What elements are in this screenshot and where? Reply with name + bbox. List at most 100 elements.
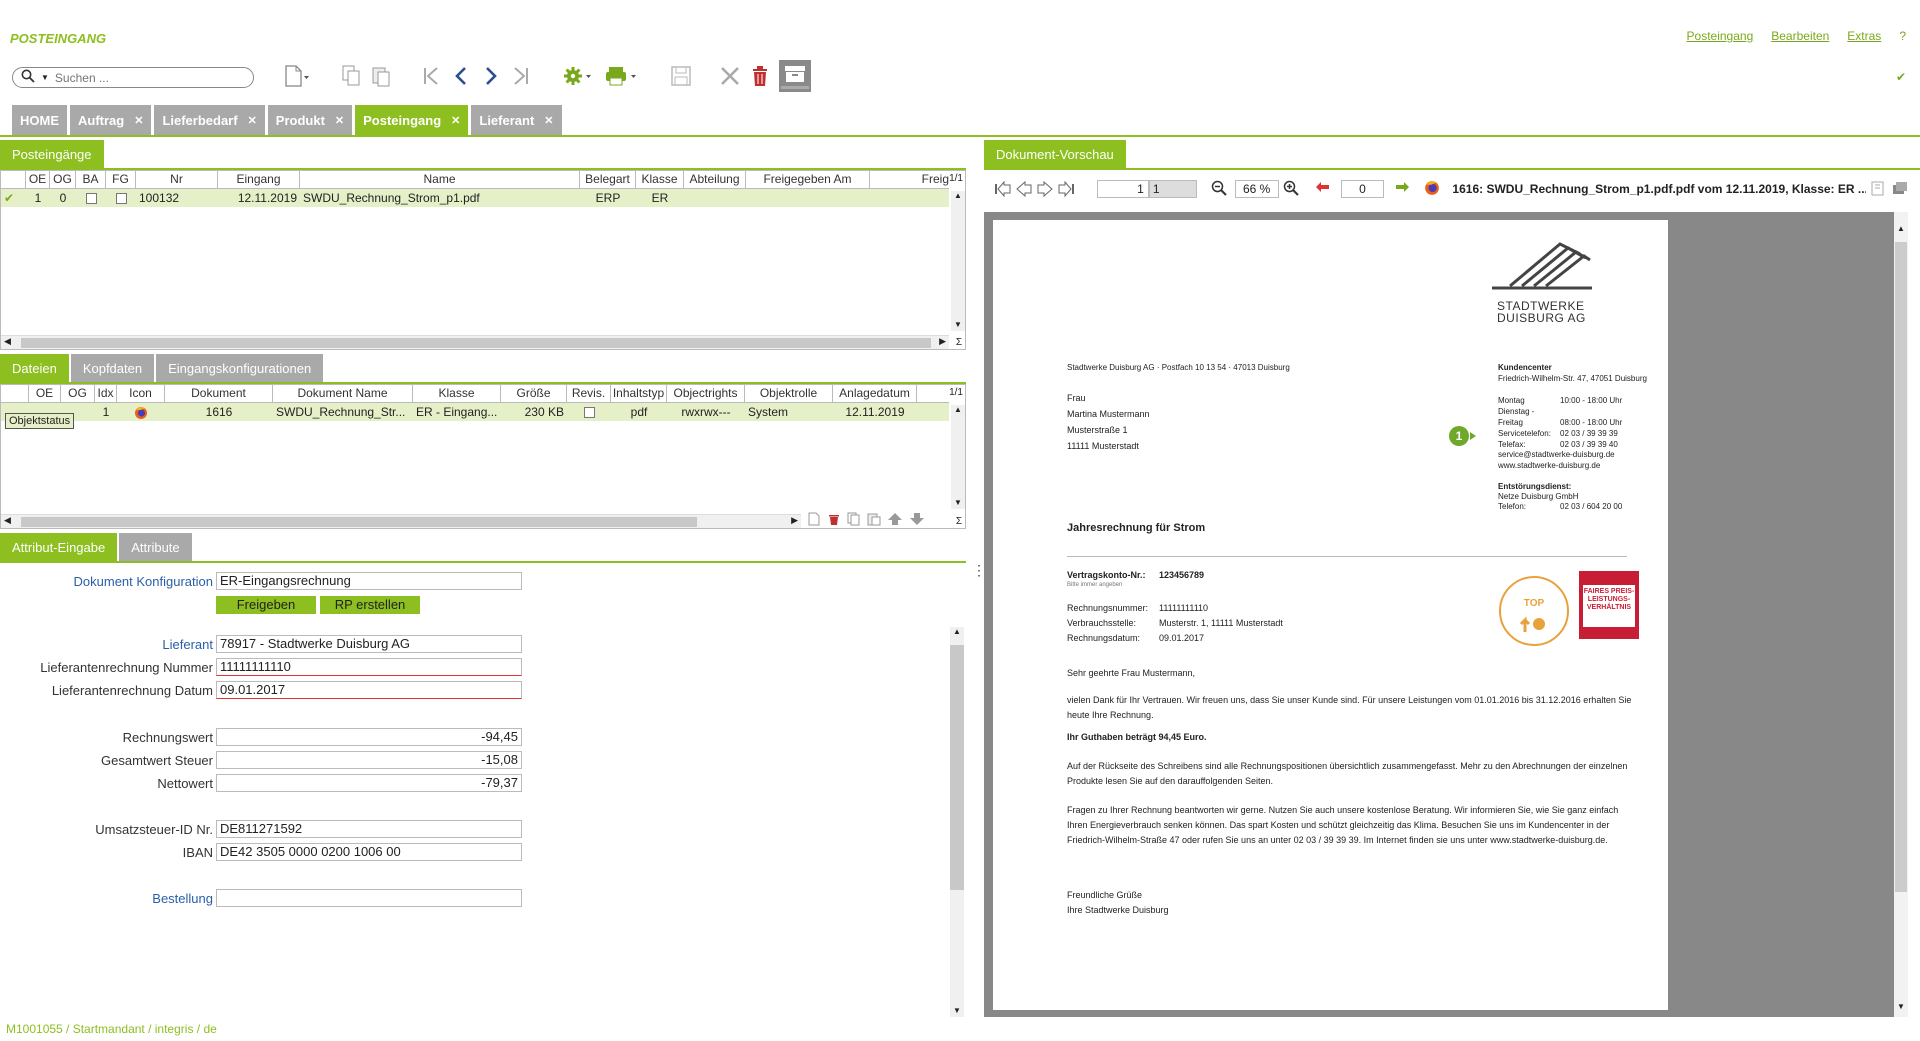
lieferantenrechnung-nummer-field[interactable]: 11111111110 (216, 658, 522, 676)
copy-icon[interactable] (340, 62, 362, 90)
close-icon[interactable]: ✕ (451, 114, 460, 127)
vertical-scrollbar[interactable]: ▲ ▼ (950, 627, 964, 1017)
col-freigegeben-am[interactable]: Freigegeben Am (746, 171, 870, 188)
col-klasse[interactable]: Klasse (413, 385, 501, 402)
rotate-left-icon[interactable] (1315, 181, 1331, 198)
horizontal-scrollbar[interactable]: ◀ ▶ (1, 514, 801, 528)
tab-eingangskonfigurationen[interactable]: Eingangskonfigurationen (156, 354, 324, 382)
table-row[interactable]: 1 1616 SWDU_Rechnung_Str... ER - Eingang… (1, 403, 949, 421)
col-icon[interactable]: Icon (117, 385, 165, 402)
col-og[interactable]: OG (61, 385, 95, 402)
firefox-icon[interactable] (1424, 180, 1440, 199)
menu-extras[interactable]: Extras (1847, 29, 1881, 43)
move-up-icon[interactable] (887, 512, 903, 529)
label-bestellung[interactable]: Bestellung (20, 891, 213, 906)
rechnungswert-field[interactable]: -94,45 (216, 728, 522, 746)
col-belegart[interactable]: Belegart (580, 171, 636, 188)
previous-page-icon[interactable] (1015, 181, 1033, 197)
menu-posteingang[interactable]: Posteingang (1687, 29, 1754, 43)
col-ba[interactable]: BA (76, 171, 106, 188)
menu-bearbeiten[interactable]: Bearbeiten (1771, 29, 1829, 43)
sum-icon[interactable]: Σ (956, 337, 962, 348)
external-document-icon[interactable] (1870, 180, 1886, 199)
tab-auftrag[interactable]: Auftrag ✕ (70, 105, 152, 135)
col-freig[interactable]: Freig (870, 171, 949, 188)
zoom-out-icon[interactable] (1211, 180, 1227, 199)
lieferantenrechnung-datum-field[interactable]: 09.01.2017 (216, 681, 522, 699)
search-input[interactable] (54, 70, 225, 85)
col-oe[interactable]: OE (26, 171, 50, 188)
print-icon[interactable] (604, 62, 644, 90)
new-document-icon[interactable] (278, 62, 314, 90)
gesamtwert-steuer-field[interactable]: -15,08 (216, 751, 522, 769)
col-inhaltstyp[interactable]: Inhaltstyp (611, 385, 667, 402)
vertical-scrollbar[interactable]: ▲ ▼ (951, 405, 965, 509)
sum-icon[interactable]: Σ (956, 516, 962, 527)
col-fg[interactable]: FG (106, 171, 136, 188)
col-groesse[interactable]: Größe (501, 385, 567, 402)
tab-posteingang[interactable]: Posteingang ✕ (355, 105, 469, 135)
tab-attribute[interactable]: Attribute (119, 533, 192, 561)
page-input[interactable]: 1 (1097, 180, 1149, 198)
tab-home[interactable]: HOME (12, 105, 67, 135)
next-page-icon[interactable] (1036, 181, 1054, 197)
umsatzsteuer-id-field[interactable]: DE811271592 (216, 820, 522, 838)
close-icon[interactable]: ✕ (335, 114, 344, 127)
paste-file-icon[interactable] (867, 512, 881, 529)
freigeben-button[interactable]: Freigeben (216, 596, 316, 614)
search-icon[interactable] (21, 69, 35, 86)
delete-trash-icon[interactable] (748, 62, 772, 90)
label-lieferant[interactable]: Lieferant (20, 637, 213, 652)
last-page-icon[interactable] (1057, 181, 1075, 197)
copy-file-icon[interactable] (847, 512, 861, 529)
col-idx[interactable]: Idx (95, 385, 117, 402)
col-nr[interactable]: Nr (136, 171, 218, 188)
iban-field[interactable]: DE42 3505 0000 0200 1006 00 (216, 843, 522, 861)
col-revis[interactable]: Revis. (567, 385, 611, 402)
search-dropdown-icon[interactable]: ▼ (41, 73, 49, 82)
detach-window-icon[interactable] (1892, 180, 1908, 199)
col-objectrights[interactable]: Objectrights (667, 385, 745, 402)
table-row[interactable]: ✔ 1 0 100132 12.11.2019 SWDU_Rechnung_St… (1, 189, 949, 207)
zoom-input[interactable]: 66 % (1234, 180, 1279, 198)
tab-dateien[interactable]: Dateien (0, 354, 69, 382)
col-anlagedatum[interactable]: Anlagedatum (833, 385, 917, 402)
tab-produkt[interactable]: Produkt ✕ (267, 105, 353, 135)
rp-erstellen-button[interactable]: RP erstellen (320, 596, 420, 614)
col-abteilung[interactable]: Abteilung (684, 171, 746, 188)
col-og[interactable]: OG (50, 171, 76, 188)
move-down-icon[interactable] (909, 512, 925, 529)
tab-attribut-eingabe[interactable]: Attribut-Eingabe (0, 533, 118, 561)
next-record-icon[interactable] (480, 62, 502, 90)
lieferant-field[interactable]: 78917 - Stadtwerke Duisburg AG (216, 635, 522, 653)
rotate-right-icon[interactable] (1394, 181, 1410, 198)
col-name[interactable]: Name (300, 171, 580, 188)
col-dokument-name[interactable]: Dokument Name (273, 385, 413, 402)
first-page-icon[interactable] (994, 181, 1012, 197)
revision-checkbox[interactable] (567, 403, 611, 421)
close-icon[interactable]: ✕ (248, 114, 257, 127)
col-objektrolle[interactable]: Objektrolle (745, 385, 833, 402)
col-klasse[interactable]: Klasse (636, 171, 684, 188)
close-icon[interactable]: ✕ (134, 114, 143, 127)
vertical-scrollbar[interactable]: ▲ ▼ (951, 191, 965, 331)
tab-kopfdaten[interactable]: Kopfdaten (70, 354, 155, 382)
save-icon[interactable] (668, 62, 694, 90)
tab-lieferbedarf[interactable]: Lieferbedarf ✕ (154, 105, 265, 135)
vertical-scrollbar[interactable]: ▲ ▼ (1894, 212, 1908, 1017)
close-icon[interactable]: ✕ (544, 114, 553, 127)
ba-checkbox[interactable] (76, 189, 106, 207)
tab-posteingaenge[interactable]: Posteingänge (0, 140, 104, 168)
previous-record-icon[interactable] (450, 62, 472, 90)
delete-file-icon[interactable] (827, 512, 841, 529)
menu-help[interactable]: ? (1899, 29, 1906, 43)
dokument-konfiguration-field[interactable]: ER-Eingangsrechnung (216, 572, 522, 590)
zoom-in-icon[interactable] (1283, 180, 1299, 199)
label-dokument-konfiguration[interactable]: Dokument Konfiguration (20, 574, 213, 589)
new-file-icon[interactable] (807, 512, 821, 529)
col-eingang[interactable]: Eingang (218, 171, 300, 188)
first-record-icon[interactable] (420, 62, 442, 90)
archive-icon[interactable] (778, 60, 812, 92)
paste-icon[interactable] (370, 62, 392, 90)
col-oe[interactable]: OE (29, 385, 61, 402)
